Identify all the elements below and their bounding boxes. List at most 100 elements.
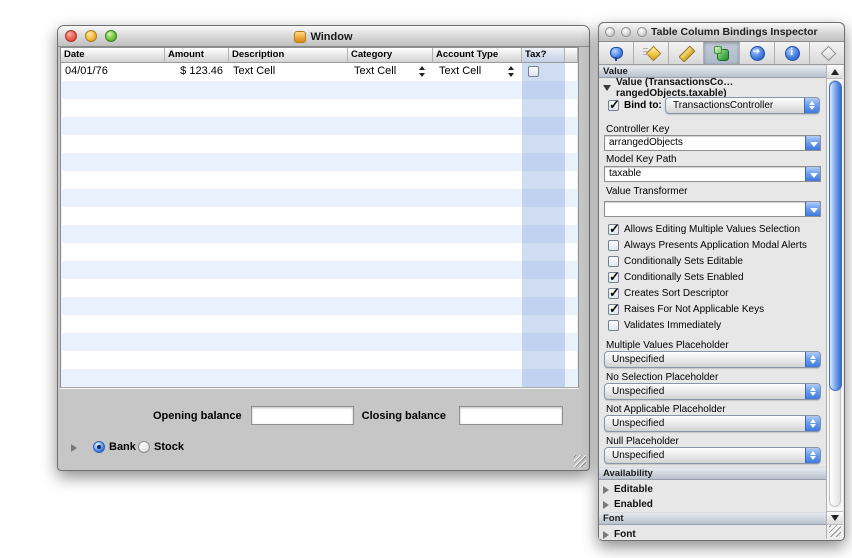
cell-date[interactable]: 04/01/76 xyxy=(65,64,108,79)
inactive-close-button[interactable] xyxy=(605,27,615,37)
placeholder-popup-3[interactable]: Unspecified xyxy=(604,415,821,432)
table-header-row: DateAmountDescriptionCategoryAccount Typ… xyxy=(61,48,578,63)
placeholder-popup-2[interactable]: Unspecified xyxy=(604,383,821,400)
inspector-resize-grip[interactable] xyxy=(829,525,841,537)
account-type-stepper-icon[interactable] xyxy=(507,66,514,77)
table-empty-row[interactable] xyxy=(61,171,578,189)
bindings-inspector-window: Table Column Bindings Inspector Value Va… xyxy=(598,22,845,541)
column-header-tax-[interactable]: Tax? xyxy=(522,48,565,63)
category-stepper-icon[interactable] xyxy=(418,66,425,77)
inspector-tab-connections[interactable] xyxy=(740,42,775,64)
font-item-label: Font xyxy=(614,529,636,539)
bind-to-popup-value: TransactionsController xyxy=(673,100,773,111)
option-checkbox-3[interactable] xyxy=(608,256,619,267)
table-empty-row[interactable] xyxy=(61,81,578,99)
scrollbar-thumb[interactable] xyxy=(829,81,842,391)
controller-key-combo[interactable]: arrangedObjects xyxy=(604,135,821,151)
column-header-category[interactable]: Category xyxy=(348,48,433,63)
table-empty-row[interactable] xyxy=(61,279,578,297)
table-empty-row[interactable] xyxy=(61,333,578,351)
popup-arrows-icon xyxy=(805,447,821,464)
table-empty-row[interactable] xyxy=(61,135,578,153)
opening-balance-field[interactable] xyxy=(251,406,354,425)
table-empty-row[interactable] xyxy=(61,315,578,333)
radio-bank[interactable] xyxy=(93,441,105,453)
size-icon xyxy=(678,45,694,61)
table-empty-row[interactable] xyxy=(61,207,578,225)
option-label: Conditionally Sets Enabled xyxy=(624,272,744,283)
inspector-tab-attributes[interactable] xyxy=(599,42,634,64)
option-checkbox-7[interactable] xyxy=(608,320,619,331)
closing-balance-field[interactable] xyxy=(459,406,563,425)
value-binding-disclosure[interactable]: Value (TransactionsCo…rangedObjects.taxa… xyxy=(603,81,828,94)
scroll-up-icon[interactable] xyxy=(827,65,843,79)
table-empty-row[interactable] xyxy=(61,117,578,135)
popup-arrows-icon xyxy=(804,97,820,114)
inspector-toolbar xyxy=(599,42,844,65)
placeholder-popup-4[interactable]: Unspecified xyxy=(604,447,821,464)
table-empty-row[interactable] xyxy=(61,261,578,279)
option-checkbox-1[interactable] xyxy=(608,224,619,235)
option-checkbox-5[interactable] xyxy=(608,288,619,299)
inspector-tab-info[interactable] xyxy=(775,42,810,64)
table-empty-row[interactable] xyxy=(61,351,578,369)
opening-balance-label: Opening balance xyxy=(153,410,241,422)
column-header-date[interactable]: Date xyxy=(61,48,165,63)
table-empty-row[interactable] xyxy=(61,243,578,261)
bind-to-popup[interactable]: TransactionsController xyxy=(665,97,820,114)
inspector-tab-applescript[interactable] xyxy=(810,42,844,64)
table-row[interactable] xyxy=(61,63,578,81)
controller-key-value: arrangedObjects xyxy=(609,137,683,148)
model-key-path-combo[interactable]: taxable xyxy=(604,166,821,182)
inspector-tab-bindings[interactable] xyxy=(704,42,739,64)
availability-item-editable[interactable]: Editable xyxy=(603,483,653,496)
option-checkbox-6[interactable] xyxy=(608,304,619,315)
inactive-zoom-button[interactable] xyxy=(637,27,647,37)
table-empty-row[interactable] xyxy=(61,189,578,207)
cell-amount[interactable]: $ 123.46 xyxy=(165,64,225,79)
font-section-header: Font xyxy=(599,512,828,525)
disclosure-triangle-icon[interactable] xyxy=(71,444,77,452)
inspector-tab-size[interactable] xyxy=(669,42,704,64)
popup-arrows-icon xyxy=(805,351,821,368)
table-empty-row[interactable] xyxy=(61,99,578,117)
placeholder-popup-1[interactable]: Unspecified xyxy=(604,351,821,368)
availability-item-label: Editable xyxy=(614,484,653,495)
disclosure-down-icon xyxy=(603,85,611,91)
resize-grip[interactable] xyxy=(574,455,586,467)
value-binding-title: Value (TransactionsCo…rangedObjects.taxa… xyxy=(616,77,828,99)
inspector-scrollbar[interactable] xyxy=(826,65,843,539)
option-label: Creates Sort Descriptor xyxy=(624,288,728,299)
column-header-description[interactable]: Description xyxy=(229,48,348,63)
inspector-titlebar[interactable]: Table Column Bindings Inspector xyxy=(599,23,844,42)
effects-icon xyxy=(643,45,659,61)
table-empty-row[interactable] xyxy=(61,225,578,243)
tax-checkbox[interactable] xyxy=(528,66,539,77)
radio-stock[interactable] xyxy=(138,441,150,453)
cell-description[interactable]: Text Cell xyxy=(233,64,275,79)
availability-item-enabled[interactable]: Enabled xyxy=(603,498,653,511)
desktop: Window DateAmountDescriptionCategoryAcco… xyxy=(0,0,852,558)
inspector-tab-effects[interactable] xyxy=(634,42,669,64)
selected-column-highlight xyxy=(522,63,565,387)
inspector-title: Table Column Bindings Inspector xyxy=(651,26,818,38)
column-header-spare[interactable] xyxy=(565,48,578,63)
table-empty-row[interactable] xyxy=(61,153,578,171)
font-item-font[interactable]: Font xyxy=(603,528,636,539)
cell-category[interactable]: Text Cell xyxy=(354,64,396,79)
column-header-amount[interactable]: Amount xyxy=(165,48,229,63)
option-checkbox-2[interactable] xyxy=(608,240,619,251)
disclosure-right-icon xyxy=(603,501,609,509)
value-transformer-combo[interactable] xyxy=(604,201,821,217)
cell-account-type[interactable]: Text Cell xyxy=(439,64,481,79)
option-label: Raises For Not Applicable Keys xyxy=(624,304,764,315)
table-empty-row[interactable] xyxy=(61,369,578,387)
column-header-account-type[interactable]: Account Type xyxy=(433,48,522,63)
scroll-down-icon[interactable] xyxy=(827,511,843,525)
bind-to-checkbox[interactable] xyxy=(608,100,619,111)
option-checkbox-4[interactable] xyxy=(608,272,619,283)
document-window-titlebar[interactable]: Window xyxy=(58,26,589,47)
inactive-minimize-button[interactable] xyxy=(621,27,631,37)
model-key-path-label: Model Key Path xyxy=(606,154,677,165)
table-empty-row[interactable] xyxy=(61,297,578,315)
